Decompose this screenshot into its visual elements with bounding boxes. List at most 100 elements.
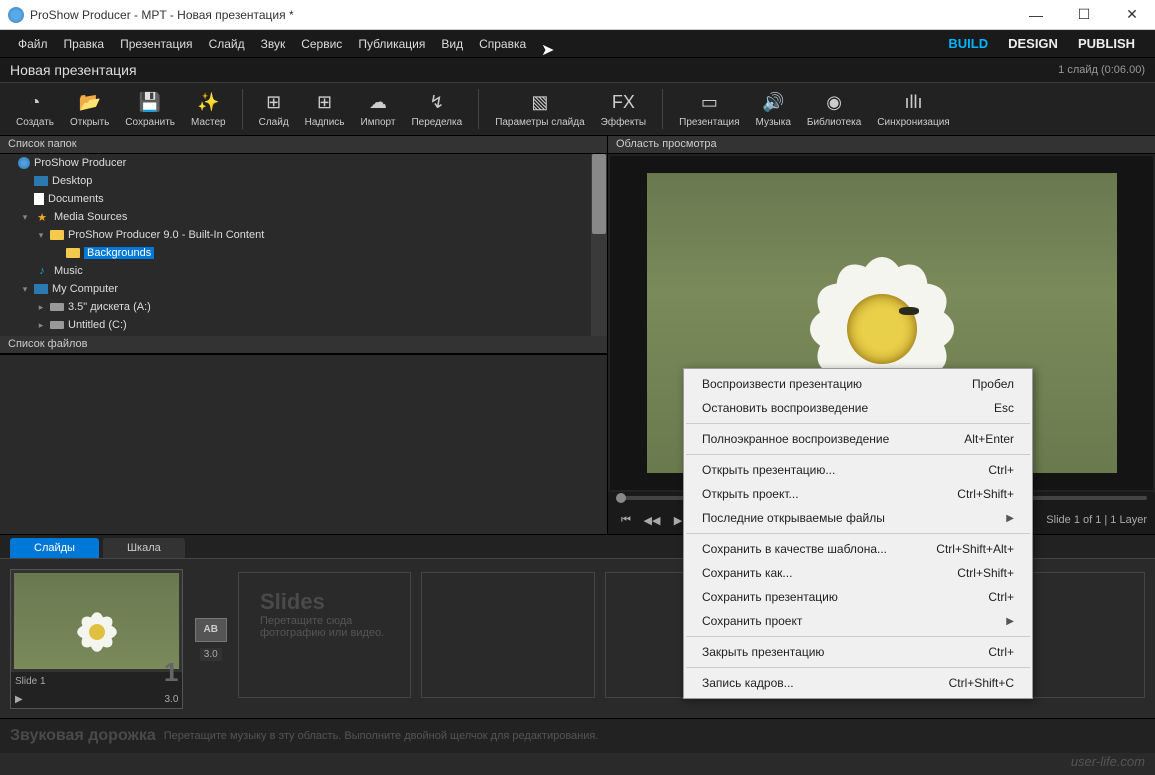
tool-caption[interactable]: ⊞Надпись xyxy=(299,89,351,130)
wizard-label: Мастер xyxy=(191,117,226,128)
tree-expand-icon[interactable]: ▾ xyxy=(20,212,30,223)
music-icon: ♪ xyxy=(34,264,50,278)
slide-info: Slide 1 of 1 | 1 Layer xyxy=(1046,514,1147,526)
empty-slide-2[interactable] xyxy=(421,572,594,698)
tab-scale[interactable]: Шкала xyxy=(103,538,185,558)
transition-time[interactable]: 3.0 xyxy=(200,648,222,661)
mode-build[interactable]: BUILD xyxy=(938,36,998,51)
tree-item-8[interactable]: ▸3.5" дискета (A:) xyxy=(0,298,607,316)
context-item-5[interactable]: Открыть презентацию...Ctrl+ xyxy=(684,458,1032,482)
first-button[interactable]: ⏮ xyxy=(616,510,636,530)
tool-sync[interactable]: ıllıСинхронизация xyxy=(871,89,955,130)
folder-open-icon xyxy=(50,230,64,240)
tree-expand-icon[interactable]: ▾ xyxy=(36,230,46,241)
context-item-9[interactable]: Сохранить в качестве шаблона...Ctrl+Shif… xyxy=(684,537,1032,561)
tree-expand-icon[interactable]: ▾ xyxy=(20,284,30,295)
tab-slides[interactable]: Слайды xyxy=(10,538,99,558)
slide-1-thumbnail[interactable] xyxy=(14,573,179,669)
maximize-button[interactable]: ☐ xyxy=(1069,5,1099,25)
transition-1[interactable]: AB 3.0 xyxy=(193,569,228,709)
tree-item-4[interactable]: ▾ProShow Producer 9.0 - Built-In Content xyxy=(0,226,607,244)
menu-sound[interactable]: Звук xyxy=(253,37,294,51)
menu-edit[interactable]: Правка xyxy=(56,37,113,51)
tree-item-9[interactable]: ▸Untitled (C:) xyxy=(0,316,607,334)
context-item-11[interactable]: Сохранить презентациюCtrl+ xyxy=(684,585,1032,609)
mode-publish[interactable]: PUBLISH xyxy=(1068,36,1145,51)
tree-item-5[interactable]: Backgrounds xyxy=(0,244,607,262)
close-button[interactable]: ✕ xyxy=(1117,5,1147,25)
tree-scrollbar[interactable] xyxy=(591,154,607,336)
prev-button[interactable]: ◀◀ xyxy=(642,510,662,530)
tool-wizard[interactable]: ✨Мастер xyxy=(185,89,232,130)
tool-save[interactable]: 💾 Сохранить xyxy=(119,89,181,130)
menu-presentation[interactable]: Презентация xyxy=(112,37,201,51)
tool-create[interactable]: ◔Создать xyxy=(10,89,60,130)
context-item-14[interactable]: Закрыть презентациюCtrl+ xyxy=(684,640,1032,664)
menubar: Файл Правка Презентация Слайд Звук Серви… xyxy=(0,30,1155,58)
tool-remix[interactable]: ↯Переделка xyxy=(405,89,468,130)
context-item-1[interactable]: Остановить воспроизведениеEsc xyxy=(684,396,1032,420)
files-header: Список файлов xyxy=(0,336,607,354)
window-title: ProShow Producer - MPT - Новая презентац… xyxy=(30,8,1021,22)
open-icon: 📂 xyxy=(78,91,102,115)
minimize-button[interactable]: — xyxy=(1021,5,1051,25)
tree-item-3[interactable]: ▾★Media Sources xyxy=(0,208,607,226)
save-label: Сохранить xyxy=(125,117,175,128)
slide-1-time[interactable]: 3.0 xyxy=(164,694,178,705)
tree-item-7[interactable]: ▾ My Computer xyxy=(0,280,607,298)
context-item-label: Сохранить проект xyxy=(702,614,802,628)
tool-library[interactable]: ◉Библиотека xyxy=(801,89,867,130)
slides-hint-title: Slides xyxy=(260,589,384,615)
context-menu: Воспроизвести презентациюПробелОстановит… xyxy=(683,368,1033,699)
tool-open[interactable]: 📂 Открыть xyxy=(64,89,115,130)
tree-scroll-thumb[interactable] xyxy=(592,154,606,234)
tool-present[interactable]: ▭Презентация xyxy=(673,89,745,130)
save-icon: 💾 xyxy=(138,91,162,115)
chevron-right-icon: ▶ xyxy=(1006,616,1014,627)
effects-icon: FX xyxy=(611,91,635,115)
tool-import[interactable]: ☁Импорт xyxy=(355,89,402,130)
menu-service[interactable]: Сервис xyxy=(293,37,350,51)
context-item-3[interactable]: Полноэкранное воспроизведениеAlt+Enter xyxy=(684,427,1032,451)
library-icon: ◉ xyxy=(822,91,846,115)
folders-header: Список папок xyxy=(0,136,607,154)
context-item-shortcut: Ctrl+Shift+C xyxy=(949,676,1014,690)
tree-expand-icon[interactable]: ▸ xyxy=(36,302,46,313)
folder-tree[interactable]: ProShow ProducerDesktopDocuments▾★Media … xyxy=(0,154,607,336)
menu-view[interactable]: Вид xyxy=(433,37,471,51)
slide-1[interactable]: Slide 1 1 ▶ 3.0 xyxy=(10,569,183,709)
context-item-0[interactable]: Воспроизвести презентациюПробел xyxy=(684,372,1032,396)
tree-item-label: My Computer xyxy=(52,283,118,295)
context-item-label: Запись кадров... xyxy=(702,676,794,690)
slide-play-icon[interactable]: ▶ xyxy=(15,694,23,705)
menu-publish[interactable]: Публикация xyxy=(350,37,433,51)
tree-expand-icon[interactable]: ▸ xyxy=(36,320,46,331)
audio-track[interactable]: Звуковая дорожка Перетащите музыку в эту… xyxy=(0,718,1155,753)
context-item-6[interactable]: Открыть проект...Ctrl+Shift+ xyxy=(684,482,1032,506)
tree-item-6[interactable]: ♪Music xyxy=(0,262,607,280)
tree-item-2[interactable]: Documents xyxy=(0,190,607,208)
music-icon: 🔊 xyxy=(761,91,785,115)
tree-item-0[interactable]: ProShow Producer xyxy=(0,154,607,172)
tree-item-1[interactable]: Desktop xyxy=(0,172,607,190)
tree-item-label: Backgrounds xyxy=(84,247,154,259)
transition-icon[interactable]: AB xyxy=(195,618,227,642)
menu-slide[interactable]: Слайд xyxy=(201,37,253,51)
mode-design[interactable]: DESIGN xyxy=(998,36,1068,51)
context-item-16[interactable]: Запись кадров... Ctrl+Shift+C xyxy=(684,671,1032,695)
tool-effects[interactable]: FX Эффекты xyxy=(595,89,652,130)
tool-music[interactable]: 🔊Музыка xyxy=(750,89,797,130)
tool-slide[interactable]: ⊞Слайд xyxy=(253,89,295,130)
menu-help[interactable]: Справка xyxy=(471,37,534,51)
context-item-label: Последние открываемые файлы xyxy=(702,511,885,525)
open-label: Открыть xyxy=(70,117,109,128)
tree-item-10[interactable]: VMware Tools (D:) xyxy=(0,334,607,336)
context-item-12[interactable]: Сохранить проект ▶ xyxy=(684,609,1032,633)
file-list[interactable] xyxy=(0,354,607,534)
context-item-7[interactable]: Последние открываемые файлы▶ xyxy=(684,506,1032,530)
effects-label: Эффекты xyxy=(601,117,646,128)
context-item-10[interactable]: Сохранить как...Ctrl+Shift+ xyxy=(684,561,1032,585)
tool-slideopts[interactable]: ▧Параметры слайда xyxy=(489,89,590,130)
menu-file[interactable]: Файл xyxy=(10,37,56,51)
timeline-thumb[interactable] xyxy=(616,493,626,503)
